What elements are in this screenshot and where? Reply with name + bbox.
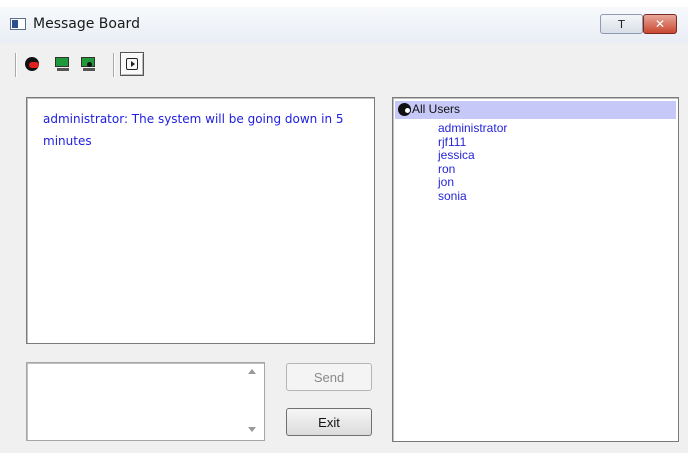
user-list: administrator rjf111 jessica ron jon son…	[438, 121, 507, 204]
toggle-panel-icon[interactable]	[120, 52, 144, 76]
window-title: Message Board	[33, 16, 140, 32]
message-input[interactable]	[26, 362, 265, 441]
toolbar-separator	[15, 53, 17, 77]
toolbar	[0, 43, 688, 83]
users-group-icon	[398, 103, 411, 116]
message-board-window: Message Board T ✕ administrator: The sys…	[0, 7, 688, 453]
message-text: administrator: The system will be going …	[43, 112, 344, 148]
user-item[interactable]: jessica	[438, 148, 507, 163]
exit-button[interactable]: Exit	[286, 408, 372, 436]
message-display[interactable]: administrator: The system will be going …	[26, 97, 375, 344]
computer-icon[interactable]	[54, 55, 72, 73]
user-item[interactable]: jon	[438, 175, 507, 190]
send-button[interactable]: Send	[286, 363, 372, 391]
restore-button[interactable]: T	[600, 14, 643, 34]
user-item[interactable]: rjf111	[438, 135, 507, 150]
users-header-label: All Users	[412, 102, 461, 116]
disconnect-face-icon[interactable]	[24, 55, 42, 73]
users-panel[interactable]: All Users administrator rjf111 jessica r…	[392, 97, 679, 442]
toolbar-separator	[113, 53, 115, 77]
close-button[interactable]: ✕	[643, 14, 677, 34]
scroll-down-arrow-icon[interactable]	[248, 427, 256, 432]
user-item[interactable]: administrator	[438, 121, 507, 136]
app-icon	[10, 18, 26, 30]
scroll-up-arrow-icon[interactable]	[248, 369, 256, 374]
users-header[interactable]: All Users	[395, 101, 676, 119]
user-item[interactable]: ron	[438, 162, 507, 177]
title-bar[interactable]: Message Board T ✕	[0, 7, 688, 43]
computer-icon[interactable]	[80, 55, 98, 73]
user-item[interactable]: sonia	[438, 189, 507, 204]
